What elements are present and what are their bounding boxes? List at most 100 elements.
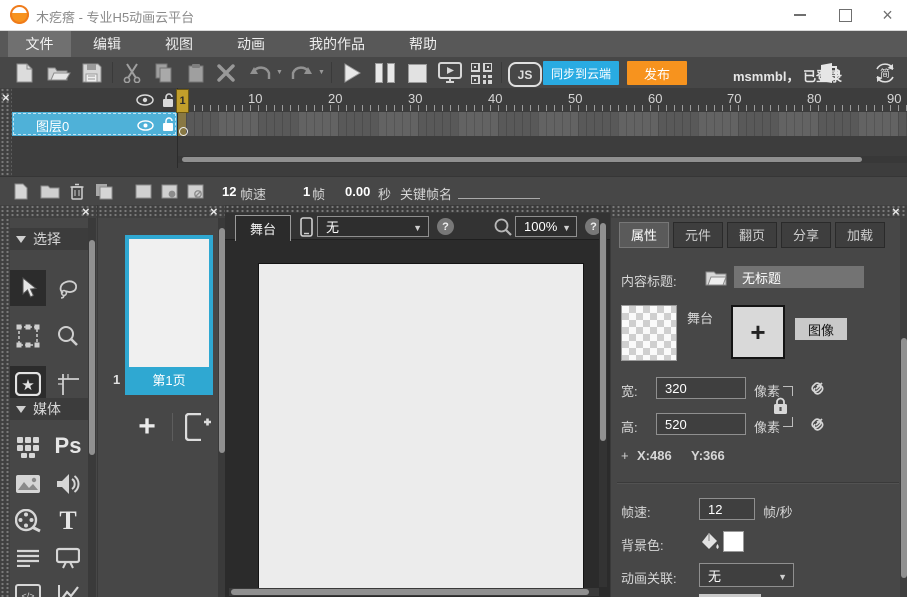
height-link-icon[interactable] [807, 413, 827, 433]
tab-properties[interactable]: 属性 [619, 222, 669, 248]
logout-icon[interactable] [818, 61, 842, 85]
open-file-button[interactable] [46, 61, 72, 85]
menu-item-help[interactable]: 帮助 [387, 31, 459, 57]
timeline-close-icon[interactable]: × [2, 92, 10, 103]
select-section-header[interactable]: 选择 [10, 228, 88, 250]
new-file-button[interactable] [12, 61, 36, 85]
redo-dropdown-caret[interactable]: ▼ [318, 69, 325, 76]
zoom-level-select[interactable]: 100% ▼ [515, 216, 577, 237]
layer-visibility-toggle[interactable] [135, 118, 155, 132]
media-audio-icon[interactable] [50, 466, 86, 502]
media-photoshop-icon[interactable]: Ps [50, 428, 86, 464]
new-folder-button[interactable] [38, 181, 62, 202]
pause-button[interactable] [372, 61, 398, 85]
media-board-icon[interactable] [50, 540, 86, 576]
publish-button[interactable]: 发布 [627, 61, 687, 85]
playhead[interactable]: 1 [176, 89, 189, 113]
keyframe-name-input[interactable] [458, 198, 540, 199]
redo-button[interactable] [288, 61, 316, 85]
anim-link-select[interactable]: 无 ▼ [699, 563, 794, 587]
width-link-icon[interactable] [807, 377, 827, 397]
stage-canvas[interactable] [258, 263, 584, 595]
stage-tab[interactable]: 舞台 [235, 215, 291, 241]
keyframe-marker[interactable] [179, 127, 188, 136]
menu-item-view[interactable]: 视图 [143, 31, 215, 57]
stage-hscrollbar-thumb[interactable] [231, 589, 589, 595]
tool-zoom[interactable] [50, 318, 86, 354]
js-edit-button[interactable]: JS [508, 62, 542, 87]
insert-blank-keyframe-button[interactable] [184, 181, 206, 202]
timeline-hscrollbar-thumb[interactable] [182, 157, 862, 162]
device-preset-select[interactable]: 无 ▼ [317, 216, 429, 237]
media-text-icon[interactable]: T [50, 503, 86, 539]
properties-drag-handle[interactable] [611, 205, 907, 218]
insert-frame-button[interactable] [132, 181, 154, 202]
insert-keyframe-button[interactable] [158, 181, 180, 202]
sync-to-cloud-button[interactable]: 同步到云端 [543, 61, 619, 85]
delete-button[interactable] [214, 61, 238, 85]
duplicate-layer-button[interactable] [92, 181, 116, 202]
stage-vscrollbar-thumb[interactable] [600, 223, 606, 441]
menu-item-edit[interactable]: 编辑 [71, 31, 143, 57]
properties-scrollbar[interactable] [900, 218, 907, 597]
width-input[interactable]: 320 [656, 377, 746, 399]
stop-button[interactable] [404, 61, 430, 85]
paint-bucket-icon[interactable] [699, 530, 721, 552]
pages-panel-close-icon[interactable]: × [210, 206, 218, 217]
tool-symbol[interactable]: ★ [10, 366, 46, 402]
stage-fps-input[interactable]: 12 [699, 498, 755, 520]
page-thumbnail[interactable]: 第1页 [125, 235, 213, 395]
media-chart-icon[interactable] [50, 577, 86, 597]
pages-panel-drag-handle[interactable] [98, 205, 226, 218]
menu-item-animation[interactable]: 动画 [215, 31, 287, 57]
tools-panel-scrollbar-thumb[interactable] [89, 240, 95, 455]
properties-scrollbar-thumb[interactable] [901, 338, 907, 578]
paste-button[interactable] [184, 61, 208, 85]
lock-column-icon[interactable] [160, 91, 176, 109]
language-toggle-icon[interactable]: 简 [872, 60, 898, 86]
tab-page-turn[interactable]: 翻页 [727, 222, 777, 248]
layer-lock-toggle[interactable] [160, 116, 176, 133]
close-button[interactable]: × [868, 0, 907, 30]
save-button[interactable] [80, 61, 104, 85]
layer-name[interactable]: 图层0 [36, 116, 69, 135]
content-title-input[interactable]: 无标题 [734, 266, 864, 288]
image-button[interactable]: 图像 [795, 318, 847, 340]
stage-vscrollbar[interactable] [599, 215, 607, 587]
qr-code-button[interactable] [468, 61, 494, 85]
content-title-folder-icon[interactable] [704, 267, 728, 287]
tool-guides[interactable] [50, 366, 86, 402]
media-library-icon[interactable] [10, 428, 46, 464]
play-button[interactable] [339, 61, 365, 85]
stage-hscrollbar[interactable] [229, 588, 599, 596]
maximize-button[interactable] [825, 0, 865, 30]
copy-button[interactable] [152, 61, 176, 85]
add-stage-image-button[interactable]: + [731, 305, 785, 359]
preview-button[interactable] [437, 61, 463, 85]
add-page-button[interactable]: + [131, 410, 163, 444]
tab-symbols[interactable]: 元件 [673, 222, 723, 248]
tool-select-arrow[interactable] [10, 270, 46, 306]
undo-button[interactable] [246, 61, 274, 85]
tab-loading[interactable]: 加载 [835, 222, 885, 248]
media-embed-code-icon[interactable]: </> [10, 577, 46, 597]
undo-dropdown-caret[interactable]: ▼ [276, 69, 283, 76]
duplicate-page-button[interactable] [182, 412, 214, 442]
minimize-button[interactable] [780, 0, 820, 30]
aspect-lock-icon[interactable] [771, 396, 789, 416]
tab-share[interactable]: 分享 [781, 222, 831, 248]
menu-item-my-works[interactable]: 我的作品 [287, 31, 387, 57]
tools-panel-side-handle[interactable] [0, 218, 10, 597]
tool-transform[interactable] [10, 318, 46, 354]
media-image-icon[interactable] [10, 466, 46, 502]
new-layer-button[interactable] [10, 181, 32, 202]
properties-close-icon[interactable]: × [892, 206, 900, 217]
stage-bg-thumbnail[interactable] [621, 305, 677, 361]
visibility-column-icon[interactable] [135, 92, 155, 108]
timeline-hscrollbar[interactable] [178, 156, 907, 163]
media-section-header[interactable]: 媒体 [10, 398, 88, 420]
frame-track[interactable] [178, 112, 907, 136]
delete-layer-button[interactable] [66, 181, 88, 202]
cut-button[interactable] [120, 61, 144, 85]
layer-row[interactable]: 图层0 [12, 112, 177, 136]
